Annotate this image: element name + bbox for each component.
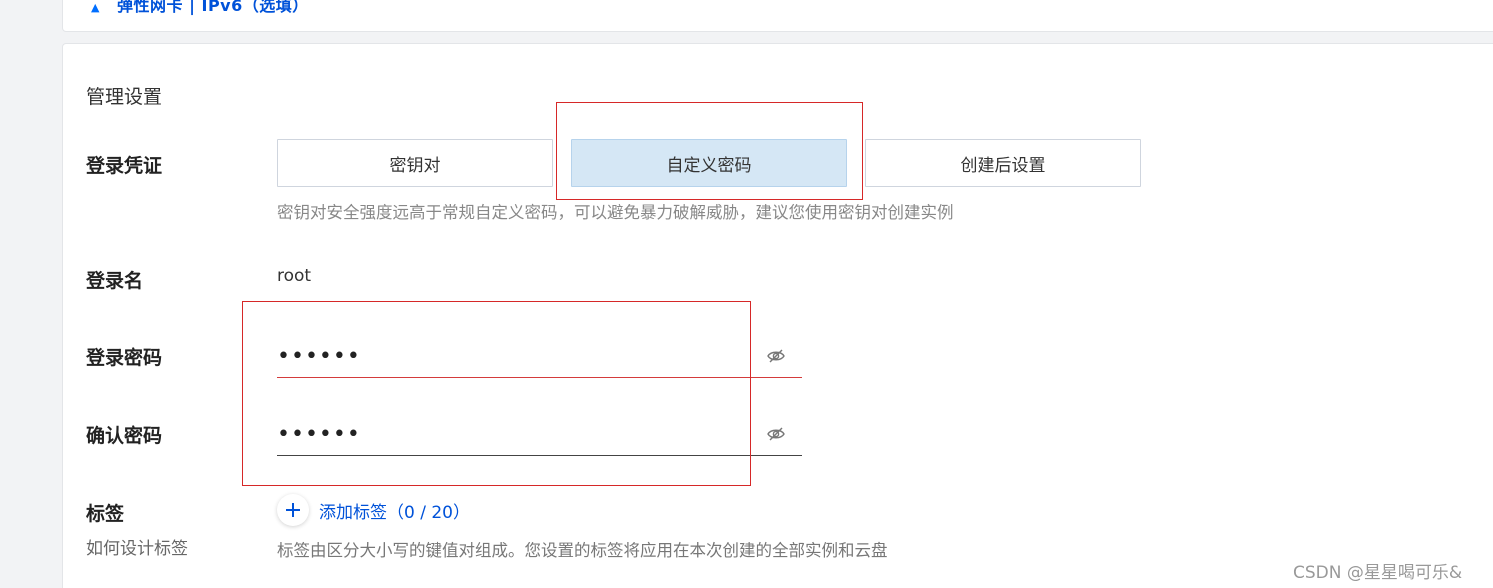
network-card-section[interactable]: ▲ 弹性网卡 | IPv6（选填）: [62, 0, 1493, 32]
add-tag-label[interactable]: 添加标签（0 / 20）: [319, 498, 470, 523]
login-password-field: [277, 334, 802, 378]
eye-off-icon[interactable]: [766, 346, 786, 366]
plus-icon[interactable]: [277, 494, 309, 526]
custom-password-option[interactable]: 自定义密码: [571, 139, 847, 187]
key-pair-option-label: 密钥对: [389, 155, 441, 176]
eye-off-icon[interactable]: [766, 424, 786, 444]
add-tag-button[interactable]: 添加标签（0 / 20）: [277, 494, 470, 526]
key-pair-option[interactable]: 密钥对: [277, 139, 553, 187]
credential-hint: 密钥对安全强度远高于常规自定义密码，可以避免暴力破解威胁，建议您使用密钥对创建实…: [277, 203, 954, 222]
confirm-password-input[interactable]: [277, 418, 747, 450]
login-password-label: 登录密码: [86, 347, 163, 369]
set-after-creation-option-label: 创建后设置: [960, 155, 1046, 176]
confirm-password-field: [277, 412, 802, 456]
tag-design-help-link[interactable]: 如何设计标签: [86, 534, 188, 559]
confirm-password-label: 确认密码: [86, 425, 163, 447]
custom-password-option-label: 自定义密码: [666, 155, 752, 176]
tags-label: 标签: [86, 503, 125, 525]
watermark: CSDN @星星喝可乐&: [1293, 563, 1463, 583]
login-name-value: root: [277, 266, 312, 286]
set-after-creation-option[interactable]: 创建后设置: [865, 139, 1141, 187]
login-name-label: 登录名: [86, 270, 144, 292]
section-title: 管理设置: [86, 86, 163, 108]
network-card-section-title[interactable]: 弹性网卡 | IPv6（选填）: [117, 0, 309, 16]
login-password-input[interactable]: [277, 340, 747, 372]
caret-up-icon[interactable]: ▲: [91, 1, 99, 14]
login-credential-label: 登录凭证: [86, 155, 163, 177]
tags-hint: 标签由区分大小写的键值对组成。您设置的标签将应用在本次创建的全部实例和云盘: [277, 541, 888, 560]
